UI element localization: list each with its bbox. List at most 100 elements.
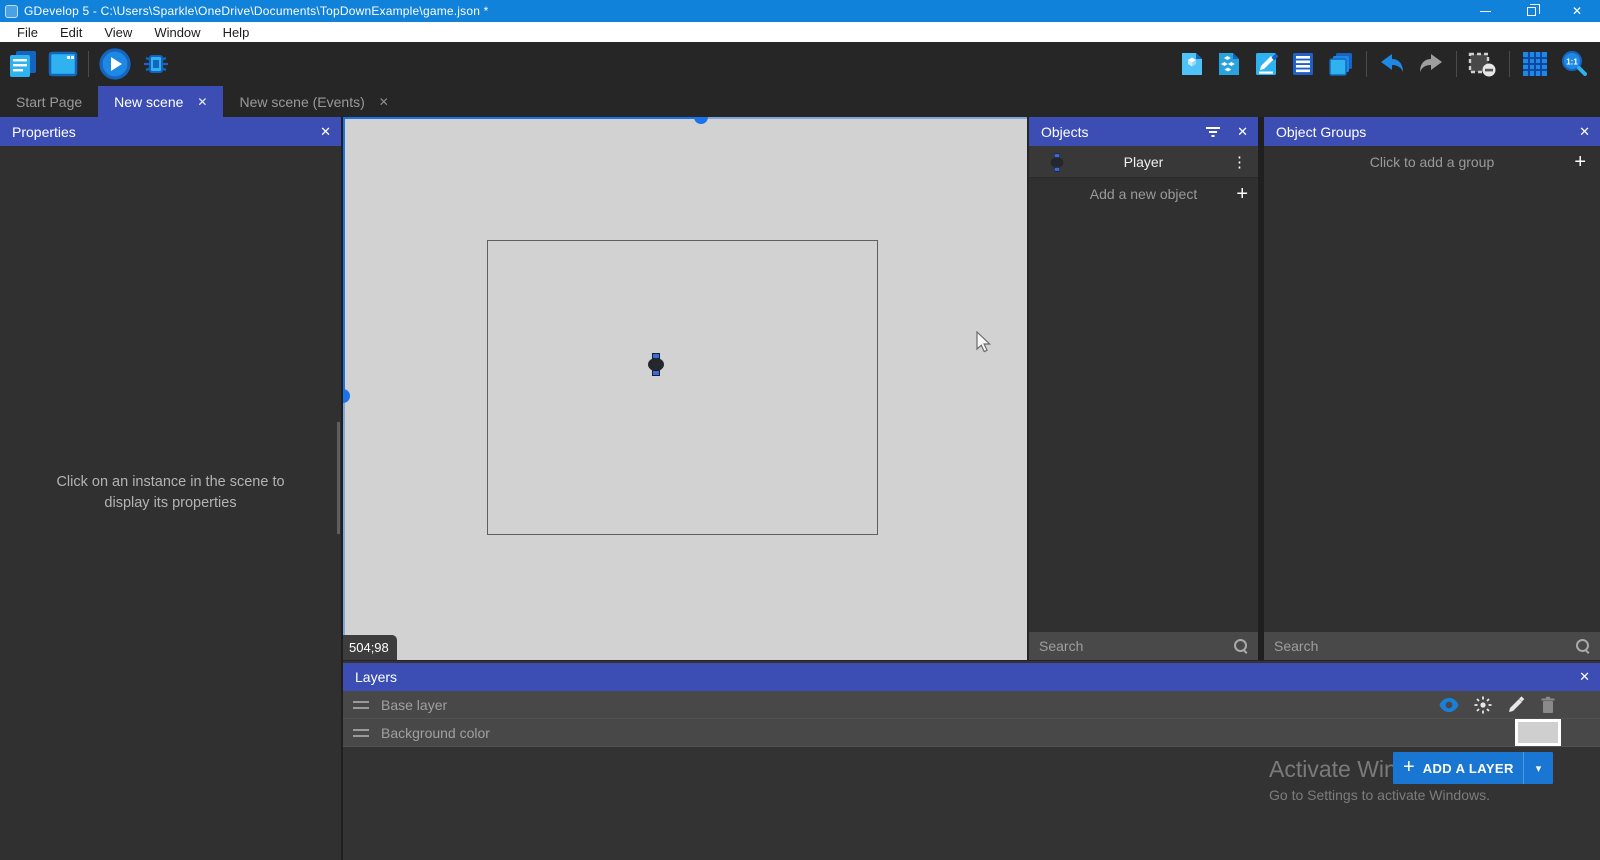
object-name: Player [1124,154,1164,170]
add-object-row[interactable]: Add a new object + [1029,178,1258,210]
player-instance[interactable] [648,353,664,376]
watermark-subtitle: Go to Settings to activate Windows. [1269,787,1490,803]
add-group-row[interactable]: Click to add a group + [1264,146,1600,178]
object-groups-search-bar [1264,632,1600,660]
delete-layer-trash-icon[interactable] [1540,696,1556,714]
add-layer-label: ADD A LAYER [1423,761,1523,776]
object-groups-search-input[interactable] [1274,638,1576,654]
horizontal-scroll-line[interactable] [343,117,701,119]
objects-header: Objects ✕ [1029,117,1258,146]
close-icon[interactable]: ✕ [320,124,331,140]
objects-title: Objects [1041,124,1088,140]
editor-tabs: Start Page New scene ✕ New scene (Events… [0,86,1600,117]
horizontal-scroll-thumb[interactable] [694,117,708,124]
visibility-eye-icon[interactable] [1439,697,1459,713]
close-button[interactable]: ✕ [1554,0,1600,22]
toolbar-separator [1366,51,1367,77]
open-instances-list-icon[interactable] [1290,51,1316,77]
add-icon: + [1393,756,1423,781]
zoom-original-icon[interactable]: 1:1 [1560,50,1588,78]
tab-label: New scene (Events) [239,94,364,110]
properties-empty-message: Click on an instance in the scene to dis… [0,472,341,514]
vertical-scroll-thumb[interactable] [343,389,350,403]
properties-title: Properties [12,124,76,140]
mouse-cursor [975,331,995,355]
toolbar-right: 1:1 [1179,42,1588,86]
add-layer-dropdown[interactable]: ▾ [1523,752,1553,784]
close-icon[interactable]: ✕ [1579,669,1590,685]
properties-scrollbar[interactable] [337,422,340,534]
layer-row-base[interactable]: Base layer [343,691,1600,719]
search-icon [1234,639,1248,653]
game-window-bounds [487,240,878,535]
window-controls: ✕ [1462,0,1600,22]
drag-handle-icon[interactable] [353,701,369,709]
layer-actions [1439,691,1556,719]
minimize-button[interactable] [1462,0,1508,22]
debug-icon[interactable] [141,49,171,79]
filter-icon[interactable] [1206,127,1220,137]
open-objects-panel-icon[interactable] [1179,51,1205,77]
layers-panel: Layers ✕ Base layer Background color Act… [343,661,1600,860]
properties-header: Properties ✕ [0,117,341,146]
clear-selection-icon[interactable] [1468,50,1498,78]
menu-file[interactable]: File [6,25,49,40]
layer-name: Base layer [381,697,447,713]
minimize-icon [1480,11,1491,12]
drag-handle-icon[interactable] [353,729,369,737]
horizontal-scroll-track[interactable] [701,117,1027,119]
undo-icon[interactable] [1378,51,1406,77]
project-manager-icon[interactable] [8,49,38,79]
layers-title: Layers [355,669,397,685]
open-object-groups-panel-icon[interactable] [1216,51,1242,77]
toolbar-left [8,42,171,86]
menu-view[interactable]: View [93,25,143,40]
vertical-scroll-line[interactable] [343,117,345,396]
add-icon: + [1236,184,1248,204]
grid-icon[interactable] [1521,50,1549,78]
layers-header: Layers ✕ [343,663,1600,691]
add-layer-button[interactable]: + ADD A LAYER ▾ [1393,752,1553,784]
layer-name: Background color [381,725,490,741]
redo-icon[interactable] [1417,51,1445,77]
close-icon[interactable]: ✕ [1579,124,1590,140]
preview-play-icon[interactable] [99,48,131,80]
object-row-player[interactable]: Player ⋮ [1029,146,1258,178]
window-title: GDevelop 5 - C:\Users\Sparkle\OneDrive\D… [24,4,489,18]
layer-row-background-color[interactable]: Background color [343,719,1600,747]
open-layers-panel-icon[interactable] [1327,50,1355,78]
player-sprite-feet [652,370,660,376]
cursor-coordinates-badge: 504;98 [343,635,397,660]
toolbar: 1:1 [0,42,1600,86]
edit-layer-pencil-icon[interactable] [1507,696,1525,714]
svg-text:1:1: 1:1 [1566,58,1578,67]
menu-window[interactable]: Window [143,25,211,40]
close-icon[interactable]: ✕ [1237,124,1248,140]
tab-label: New scene [114,94,183,110]
search-icon [1576,639,1590,653]
objects-search-bar [1029,632,1258,660]
open-properties-panel-icon[interactable] [1253,51,1279,77]
more-options-icon[interactable]: ⋮ [1232,153,1248,171]
layer-effects-icon[interactable] [1474,696,1492,714]
tab-close-icon[interactable]: ✕ [197,95,207,109]
object-groups-title: Object Groups [1276,124,1366,140]
objects-search-input[interactable] [1039,638,1234,654]
tab-start-page[interactable]: Start Page [0,86,98,117]
objects-panel: Objects ✕ Player ⋮ Add a new object + [1029,117,1258,660]
restore-button[interactable] [1508,0,1554,22]
start-page-icon[interactable] [48,49,78,79]
menu-edit[interactable]: Edit [49,25,93,40]
app-window: GDevelop 5 - C:\Users\Sparkle\OneDrive\D… [0,0,1600,860]
background-color-swatch[interactable] [1515,719,1561,746]
title-bar: GDevelop 5 - C:\Users\Sparkle\OneDrive\D… [0,0,1600,22]
add-icon: + [1574,152,1586,172]
vertical-scroll-track[interactable] [343,396,345,660]
tab-new-scene[interactable]: New scene ✕ [98,86,223,117]
scene-canvas[interactable]: 504;98 [343,117,1027,660]
tab-close-icon[interactable]: ✕ [379,95,389,109]
menu-bar: File Edit View Window Help [0,22,1600,42]
menu-help[interactable]: Help [212,25,261,40]
tab-new-scene-events[interactable]: New scene (Events) ✕ [223,86,404,117]
object-groups-panel: Object Groups ✕ Click to add a group + [1264,117,1600,660]
